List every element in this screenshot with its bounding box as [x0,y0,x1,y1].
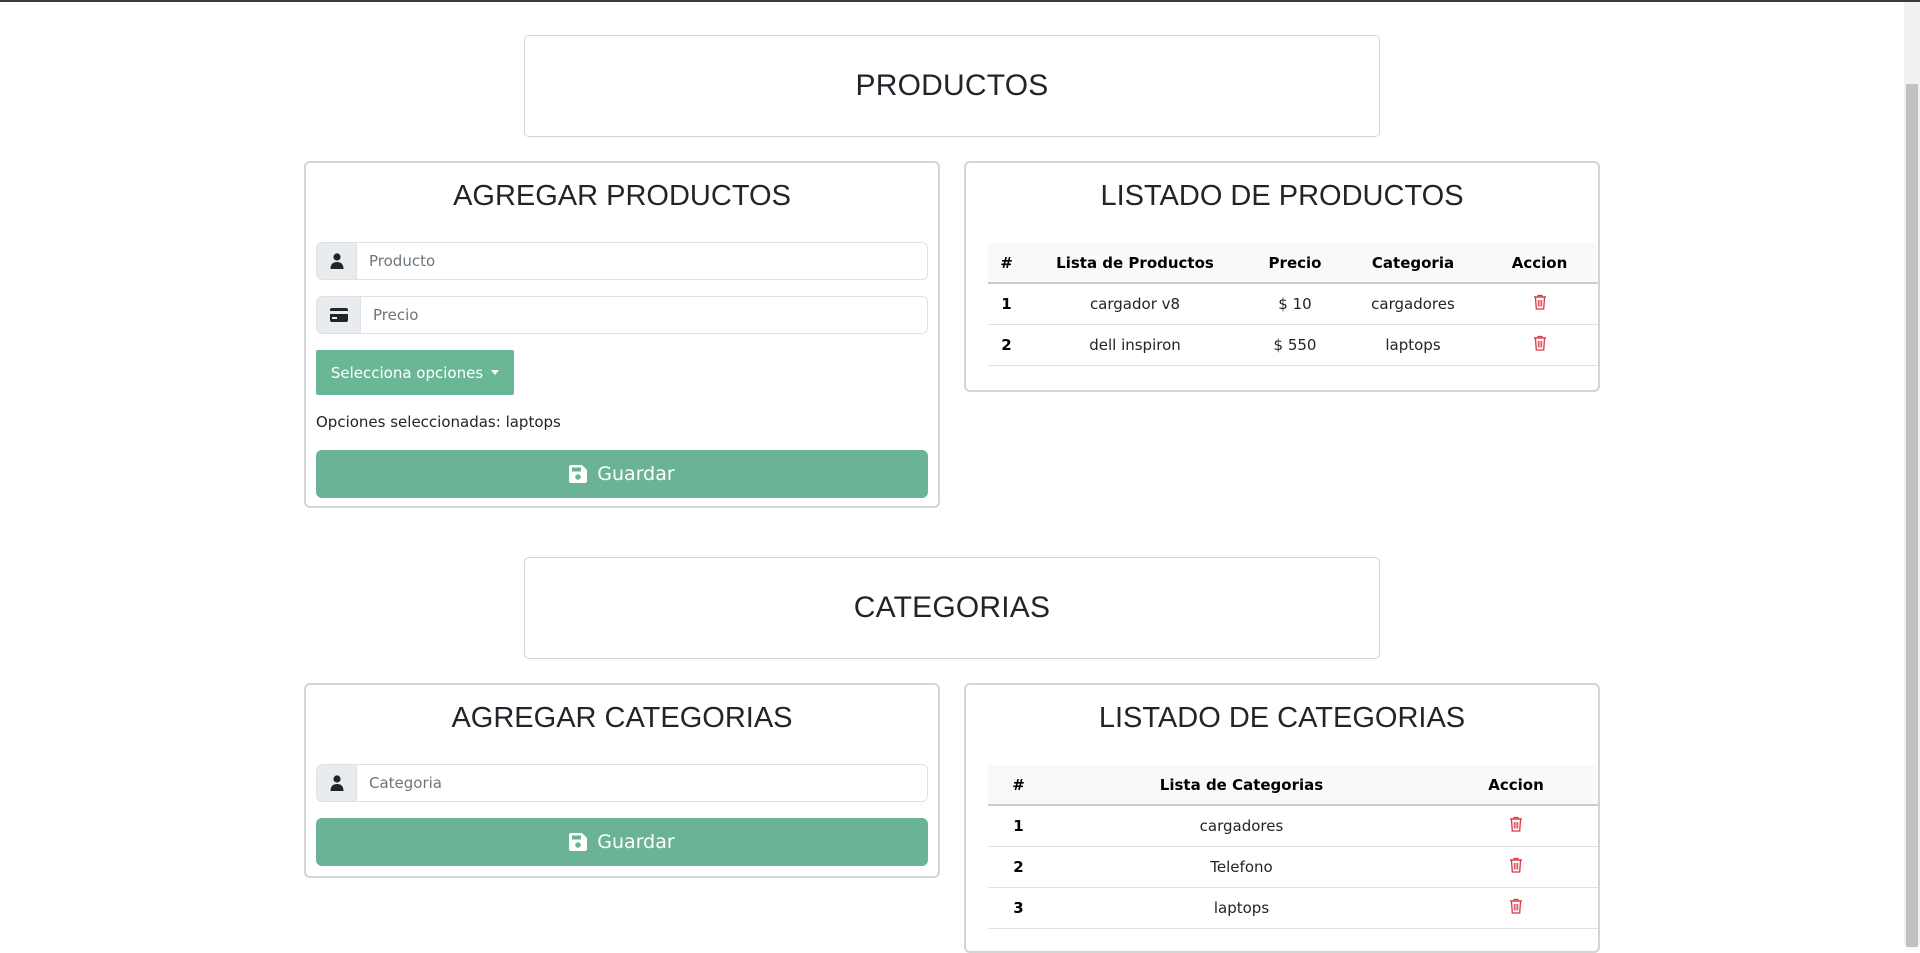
delete-category-button[interactable] [1434,805,1598,847]
product-name: dell inspiron [1025,324,1245,366]
selected-options-text: Opciones seleccionadas: laptops [316,413,561,431]
product-category: cargadores [1345,283,1481,325]
trash-icon[interactable] [1509,857,1523,873]
trash-icon[interactable] [1509,898,1523,914]
delete-category-button[interactable] [1434,846,1598,888]
delete-category-button[interactable] [1434,887,1598,929]
categorias-section-title: CATEGORIAS [853,591,1051,624]
productos-header-card: PRODUCTOS [524,35,1380,137]
category-name: Telefono [1049,846,1434,888]
add-product-card: AGREGAR PRODUCTOS Selecciona opciones Op… [304,161,940,508]
product-name-input[interactable] [357,243,927,279]
add-category-card: AGREGAR CATEGORIAS Guardar [304,683,940,878]
category-input-group [316,764,928,802]
category-list-title: LISTADO DE CATEGORIAS [1098,702,1466,734]
col-header: Accion [1434,765,1598,806]
add-category-title: AGREGAR CATEGORIAS [451,702,793,734]
col-header: Categoria [1345,243,1481,284]
trash-icon[interactable] [1509,816,1523,832]
col-header: Lista de Productos [1025,243,1245,284]
category-list-card: LISTADO DE CATEGORIAS # Lista de Categor… [964,683,1600,953]
trash-icon[interactable] [1533,335,1547,351]
price-input[interactable] [361,297,927,333]
col-header: Lista de Categorias [1049,765,1434,806]
product-list-title: LISTADO DE PRODUCTOS [1100,180,1464,212]
credit-card-icon [317,297,361,333]
product-table: # Lista de Productos Precio Categoria Ac… [988,243,1598,366]
table-row: 2 dell inspiron $ 550 laptops [988,324,1598,366]
scrollbar[interactable] [1904,2,1920,947]
row-number: 2 [988,324,1025,366]
add-product-title: AGREGAR PRODUCTOS [453,180,791,212]
trash-icon[interactable] [1533,294,1547,310]
window-top-border [0,0,1920,2]
category-table-header: # Lista de Categorias Accion [988,765,1598,806]
floppy-disk-icon [569,465,588,483]
table-row: 3 laptops [988,887,1598,929]
category-name-input[interactable] [357,765,927,801]
product-price: $ 550 [1245,324,1345,366]
row-number: 3 [988,887,1049,929]
price-input-group [316,296,928,334]
caret-down-icon [491,370,500,375]
delete-product-button[interactable] [1481,283,1598,325]
category-options-dropdown[interactable]: Selecciona opciones [316,350,514,395]
save-label: Guardar [597,831,675,853]
dropdown-label: Selecciona opciones [330,363,484,382]
col-header: # [988,243,1025,284]
product-input-group [316,242,928,280]
delete-product-button[interactable] [1481,324,1598,366]
col-header: Accion [1481,243,1598,284]
row-number: 2 [988,846,1049,888]
category-name: laptops [1049,887,1434,929]
table-row: 1 cargadores [988,805,1598,847]
table-row: 2 Telefono [988,846,1598,888]
productos-section-title: PRODUCTOS [855,69,1049,102]
scrollbar-thumb[interactable] [1906,84,1918,947]
product-table-header: # Lista de Productos Precio Categoria Ac… [988,243,1598,284]
product-list-card: LISTADO DE PRODUCTOS # Lista de Producto… [964,161,1600,392]
save-label: Guardar [597,463,675,485]
col-header: # [988,765,1049,806]
product-category: laptops [1345,324,1481,366]
user-icon [317,243,357,279]
category-table: # Lista de Categorias Accion 1 cargadore… [988,765,1598,929]
user-icon [317,765,357,801]
table-row: 1 cargador v8 $ 10 cargadores [988,283,1598,325]
category-name: cargadores [1049,805,1434,847]
save-category-button[interactable]: Guardar [316,818,928,866]
product-price: $ 10 [1245,283,1345,325]
row-number: 1 [988,805,1049,847]
col-header: Precio [1245,243,1345,284]
product-name: cargador v8 [1025,283,1245,325]
save-product-button[interactable]: Guardar [316,450,928,498]
row-number: 1 [988,283,1025,325]
floppy-disk-icon [569,833,588,851]
categorias-header-card: CATEGORIAS [524,557,1380,659]
